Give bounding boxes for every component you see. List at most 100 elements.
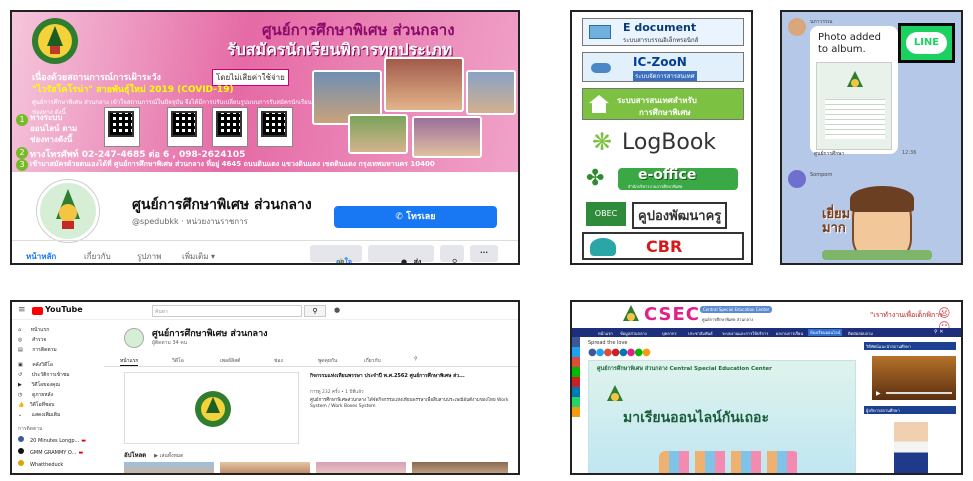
tab-photos[interactable]: รูปภาพ bbox=[137, 250, 161, 263]
share-circle-icon[interactable]: ● bbox=[642, 347, 651, 358]
album-bubble[interactable]: Photo added to album. bbox=[810, 26, 898, 154]
nav-contact[interactable]: ติดต่อสอบถาม bbox=[848, 330, 873, 337]
sidebar-item-your-videos[interactable]: ▶ วิดีโอของคุณ bbox=[18, 381, 60, 389]
nav-online-class[interactable]: ห้องเรียนออนไลน์ bbox=[808, 329, 843, 336]
ems-sub: การศึกษาพิเศษ bbox=[639, 108, 691, 117]
sidebar-item-history[interactable]: ↺ ประวัติการเข้าชม bbox=[18, 371, 70, 379]
video-thumbnail[interactable] bbox=[124, 462, 214, 473]
mic-icon[interactable]: ● bbox=[334, 306, 340, 314]
ems-link[interactable]: ระบบสารสนเทศสำหรับ การศึกษาพิเศษ bbox=[582, 88, 744, 120]
message-button[interactable]: ● ส่งข้อความ bbox=[368, 245, 434, 263]
search-icon[interactable]: ⚲ ✕ bbox=[934, 329, 943, 335]
more-button[interactable]: ··· bbox=[470, 245, 498, 262]
sidebar-item-show-more[interactable]: ⌄ แสดงเพิ่มเติม bbox=[18, 411, 60, 419]
school-emblem-icon bbox=[56, 189, 80, 229]
banner-photo bbox=[348, 114, 408, 154]
coupon-link[interactable]: OBEC คูปองพัฒนาครู bbox=[582, 200, 744, 229]
hero-kids-illustration bbox=[659, 451, 799, 473]
e-document-link[interactable]: E document ระบบสารบรรณอิเล็กทรอนิกส์ bbox=[582, 18, 744, 46]
school-emblem-icon bbox=[195, 391, 231, 427]
cbr-link[interactable]: CBR bbox=[582, 232, 744, 260]
print-share-icon[interactable] bbox=[572, 407, 580, 417]
tab-more[interactable]: เพิ่มเติม ▾ bbox=[182, 250, 215, 263]
share-circle-icon[interactable]: ● bbox=[619, 347, 628, 358]
nav-staff[interactable]: บุคลากร bbox=[662, 330, 676, 337]
tab-about[interactable]: เกี่ยวกับ bbox=[364, 357, 381, 365]
play-icon[interactable]: ▶ bbox=[876, 390, 881, 397]
sidebar-item-explore[interactable]: ◎ สำรวจ bbox=[18, 336, 46, 344]
youtube-logo-icon[interactable] bbox=[32, 307, 43, 315]
nav-home[interactable]: หน้าแรก bbox=[598, 330, 613, 337]
subscriptions-heading: การติดตาม bbox=[18, 426, 43, 432]
home-icon: ⌂ bbox=[18, 327, 23, 333]
banner-photo bbox=[466, 70, 516, 115]
play-all-label: เล่นทั้งหมด bbox=[159, 453, 184, 459]
nav-news[interactable]: ประชาสัมพันธ์ bbox=[688, 330, 713, 337]
like-button[interactable]: 👍 ถูกใจ bbox=[310, 245, 362, 263]
nav-about[interactable]: ข้อมูลส่วนกลาง bbox=[620, 330, 647, 337]
featured-video-thumbnail[interactable] bbox=[124, 372, 299, 444]
sub-item[interactable]: Whattheduck bbox=[18, 460, 63, 468]
tab-home[interactable]: หน้าแรก bbox=[120, 357, 139, 366]
search-icon[interactable]: ⚲ bbox=[414, 356, 418, 362]
qr-code bbox=[212, 107, 248, 147]
line-share-icon[interactable] bbox=[572, 367, 580, 377]
featured-video-title[interactable]: กิจกรรมแห่งเทียนพรรษา ประจำปี พ.ศ.2562 ศ… bbox=[310, 372, 510, 380]
play-all-button[interactable]: ▶ เล่นทั้งหมด bbox=[154, 453, 183, 459]
channel-tabs: หน้าแรก วิดีโอ เพลย์ลิสต์ ช่อง พูดคุยกัน… bbox=[104, 356, 518, 367]
page-tabs: หน้าหลัก เกี่ยวกับ รูปภาพ เพิ่มเติม ▾ 👍 … bbox=[12, 240, 518, 263]
search-input[interactable]: ค้นหา bbox=[152, 305, 302, 317]
search-button[interactable]: ⚲ bbox=[440, 245, 464, 263]
logbook-link[interactable]: ❋ LogBook bbox=[582, 126, 744, 160]
chevron-down-icon: ⌄ bbox=[18, 412, 24, 418]
sidebar-label: ดูภายหลัง bbox=[31, 392, 54, 398]
school-emblem-icon bbox=[607, 385, 623, 401]
share-circle-icon[interactable]: ● bbox=[611, 347, 620, 358]
video-thumbnail[interactable] bbox=[412, 462, 508, 473]
hamburger-icon[interactable]: ≡ bbox=[18, 305, 26, 315]
video-thumbnail[interactable] bbox=[316, 462, 406, 473]
tab-community[interactable]: พูดคุยกัน bbox=[318, 357, 337, 365]
sub-item[interactable]: 20 Minutes Longp... ▬ bbox=[18, 436, 86, 444]
e-document-title: E document bbox=[623, 21, 697, 34]
sidebar-item-watch-later[interactable]: ◷ ดูภายหลัง bbox=[18, 391, 53, 399]
share-circle-icon[interactable]: ● bbox=[588, 347, 597, 358]
csec-header: CSEC Central Special Education Center ศู… bbox=[572, 302, 961, 334]
sidebar-heading-video: วิดีทัศน์แนะนำสถานศึกษา bbox=[864, 342, 956, 350]
ic-zoon-sub: ระบบจัดการสารสนเทศ bbox=[633, 71, 697, 81]
sidebar-label: วิดีโอที่ชอบ bbox=[29, 402, 55, 408]
twitter-share-icon[interactable] bbox=[572, 347, 580, 357]
sidebar-item-library[interactable]: ▣ คลังวิดีโอ bbox=[18, 361, 53, 369]
tab-channels[interactable]: ช่อง bbox=[274, 357, 283, 365]
channel-avatar bbox=[18, 436, 24, 442]
pinterest-share-icon[interactable] bbox=[572, 377, 580, 387]
intro-video-player[interactable]: ▶ bbox=[872, 356, 956, 400]
whatsapp-share-icon[interactable] bbox=[572, 397, 580, 407]
sidebar-item-liked[interactable]: 👍 วิดีโอที่ชอบ bbox=[18, 401, 54, 409]
sidebar-item-home[interactable]: ⌂ หน้าแรก bbox=[18, 326, 49, 334]
sidebar-item-subscriptions[interactable]: ▤ การติดตาม bbox=[18, 346, 57, 354]
page-avatar[interactable] bbox=[37, 180, 99, 242]
sidebar-label: สำรวจ bbox=[31, 337, 47, 343]
sender-name: นภาวรรณ bbox=[810, 19, 833, 25]
sub-label: GMM GRAMMY O... bbox=[30, 450, 77, 456]
sub-item[interactable]: GMM GRAMMY O... ▬ bbox=[18, 448, 83, 456]
e-office-link[interactable]: ✤ e-office สำนักบริหารงานการศึกษาพิเศษ bbox=[582, 164, 744, 194]
tab-about[interactable]: เกี่ยวกับ bbox=[84, 250, 111, 263]
tab-videos[interactable]: วิดีโอ bbox=[172, 357, 184, 365]
call-button[interactable]: ✆ โทรเลย bbox=[334, 206, 497, 228]
ic-zoon-link[interactable]: IC-ZooN ระบบจัดการสารสนเทศ bbox=[582, 52, 744, 82]
email-share-icon[interactable] bbox=[572, 357, 580, 367]
linkedin-share-icon[interactable] bbox=[572, 387, 580, 397]
share-circle-icon[interactable]: ● bbox=[634, 347, 643, 358]
search-icon[interactable]: ⚲ bbox=[304, 305, 326, 317]
sticker-image: เยี่ยมมาก bbox=[822, 184, 932, 263]
spread-the-love: Spread the love bbox=[588, 340, 628, 346]
csec-brand[interactable]: CSEC bbox=[644, 304, 700, 325]
facebook-share-icon[interactable] bbox=[572, 337, 580, 347]
tab-home[interactable]: หน้าหลัก bbox=[26, 250, 56, 263]
nav-works[interactable]: ผลงานการเรียน bbox=[776, 330, 803, 337]
video-thumbnail[interactable] bbox=[220, 462, 310, 473]
tab-playlists[interactable]: เพลย์ลิสต์ bbox=[220, 357, 240, 365]
nav-services[interactable]: ระบบงานและการให้บริการ bbox=[722, 330, 768, 337]
